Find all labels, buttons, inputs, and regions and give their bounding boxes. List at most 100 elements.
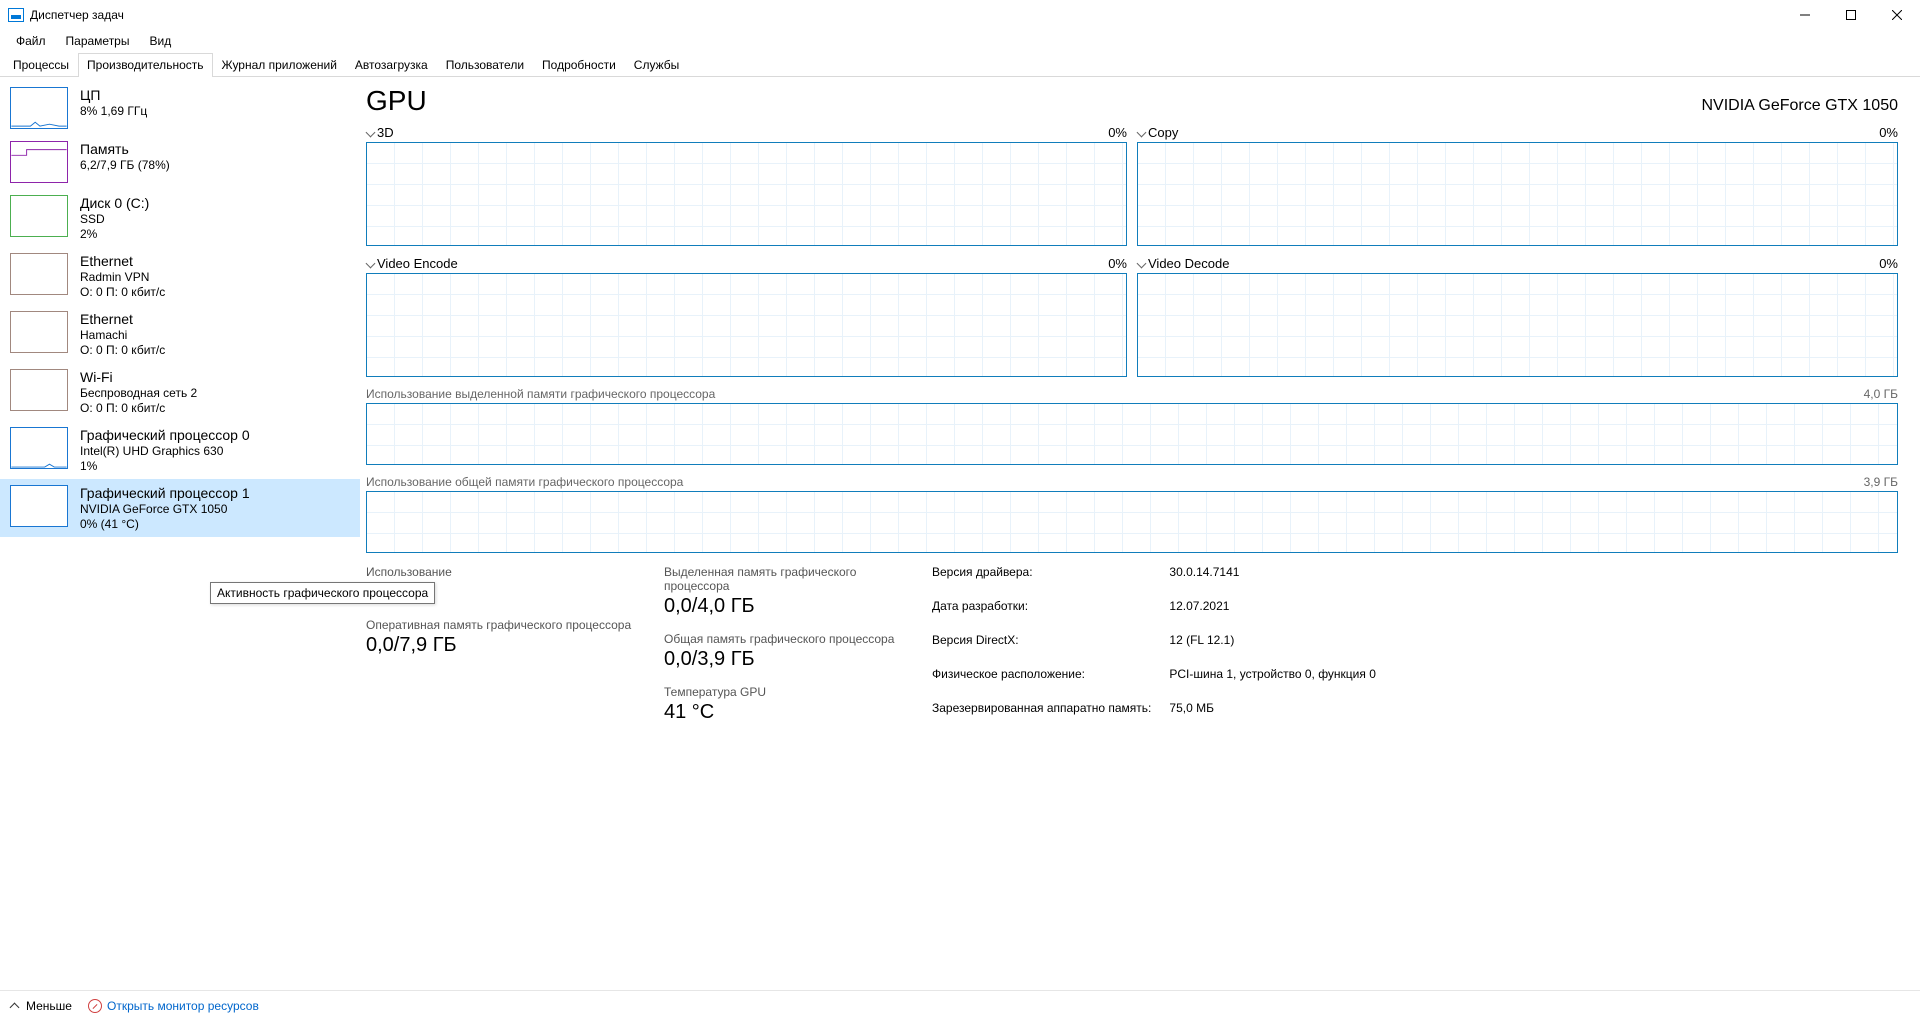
sidebar-item-sub: NVIDIA GeForce GTX 1050: [80, 502, 250, 516]
stat-value: 0%: [366, 581, 646, 604]
engine-pct: 0%: [1879, 256, 1898, 271]
sidebar-item-eth-3[interactable]: EthernetRadmin VPNО: 0 П: 0 кбит/с: [0, 247, 360, 305]
minimize-button[interactable]: [1782, 0, 1828, 30]
stat-label: Температура GPU: [664, 685, 914, 699]
stats-col-mid: Выделенная память графического процессор…: [664, 565, 914, 732]
chevron-down-icon: [1137, 260, 1145, 268]
sidebar-item-sub2: 1%: [80, 459, 250, 473]
footer: Меньше Открыть монитор ресурсов: [0, 990, 1920, 1020]
sidebar-item-sub: 6,2/7,9 ГБ (78%): [80, 158, 170, 172]
sidebar-item-sub: Intel(R) UHD Graphics 630: [80, 444, 250, 458]
maximize-button[interactable]: [1828, 0, 1874, 30]
eth-thumb-icon: [10, 311, 68, 353]
stat-label: Выделенная память графического процессор…: [664, 565, 914, 593]
stat-value: 0,0/4,0 ГБ: [664, 595, 914, 618]
stat-group: Выделенная память графического процессор…: [664, 565, 914, 618]
kv-label: Версия драйвера:: [932, 565, 1151, 596]
sidebar-item-gpu-7[interactable]: Графический процессор 1NVIDIA GeForce GT…: [0, 479, 360, 537]
engine-dropdown[interactable]: Video Decode: [1137, 256, 1229, 271]
kv-value: 75,0 МБ: [1169, 701, 1376, 732]
gpu-thumb-icon: [10, 485, 68, 527]
main-header: GPU NVIDIA GeForce GTX 1050: [360, 85, 1898, 117]
close-button[interactable]: [1874, 0, 1920, 30]
tabbar: Процессы Производительность Журнал прило…: [0, 52, 1920, 77]
kv-label: Дата разработки:: [932, 599, 1151, 630]
tab-apphistory[interactable]: Журнал приложений: [213, 53, 346, 77]
main-panel: GPU NVIDIA GeForce GTX 1050 3D 0% Copy 0% Vi…: [360, 77, 1920, 990]
device-name: NVIDIA GeForce GTX 1050: [1701, 97, 1898, 115]
kv-label: Версия DirectX:: [932, 633, 1151, 664]
sidebar-item-cpu-0[interactable]: ЦП8% 1,69 ГГц: [0, 81, 360, 135]
cpu-thumb-icon: [10, 87, 68, 129]
kv-value: 12.07.2021: [1169, 599, 1376, 630]
menu-file[interactable]: Файл: [8, 32, 54, 50]
content: ЦП8% 1,69 ГГцПамять6,2/7,9 ГБ (78%)Диск …: [0, 77, 1920, 990]
tab-startup[interactable]: Автозагрузка: [346, 53, 437, 77]
tab-processes[interactable]: Процессы: [4, 53, 78, 77]
stat-group: Температура GPU 41 °C: [664, 685, 914, 724]
engine-pct: 0%: [1108, 256, 1127, 271]
menu-view[interactable]: Вид: [141, 32, 179, 50]
tab-details[interactable]: Подробности: [533, 53, 625, 77]
menubar: Файл Параметры Вид: [0, 30, 1920, 52]
sidebar-item-gpu-6[interactable]: Графический процессор 0Intel(R) UHD Grap…: [0, 421, 360, 479]
kv-value: PCI-шина 1, устройство 0, функция 0: [1169, 667, 1376, 698]
sidebar-item-sub: Hamachi: [80, 328, 165, 342]
engine-dropdown[interactable]: Copy: [1137, 125, 1178, 140]
sidebar-item-sub: Беспроводная сеть 2: [80, 386, 197, 400]
open-resource-monitor-link[interactable]: Открыть монитор ресурсов: [88, 999, 259, 1013]
memory-chart: Использование выделенной памяти графичес…: [366, 387, 1898, 465]
tab-performance[interactable]: Производительность: [78, 53, 212, 77]
sidebar-item-title: Графический процессор 1: [80, 485, 250, 501]
chart-canvas: [1137, 142, 1898, 246]
chart-canvas: [366, 491, 1898, 553]
disk-thumb-icon: [10, 195, 68, 237]
engine-name: Copy: [1148, 125, 1178, 140]
chevron-down-icon: [1137, 129, 1145, 137]
tab-users[interactable]: Пользователи: [437, 53, 533, 77]
engine-pct: 0%: [1879, 125, 1898, 140]
memchart-max: 4,0 ГБ: [1864, 387, 1898, 401]
sidebar-item-wifi-5[interactable]: Wi-FiБеспроводная сеть 2О: 0 П: 0 кбит/с: [0, 363, 360, 421]
sidebar-item-mem-1[interactable]: Память6,2/7,9 ГБ (78%): [0, 135, 360, 189]
sidebar-item-sub: 8% 1,69 ГГц: [80, 104, 147, 118]
chevron-up-icon: [10, 1001, 20, 1011]
stat-label: Общая память графического процессора: [664, 632, 914, 646]
sidebar-item-eth-4[interactable]: EthernetHamachiО: 0 П: 0 кбит/с: [0, 305, 360, 363]
stat-value: 0,0/3,9 ГБ: [664, 648, 914, 671]
engine-dropdown[interactable]: Video Encode: [366, 256, 458, 271]
tab-services[interactable]: Службы: [625, 53, 688, 77]
window-title: Диспетчер задач: [30, 8, 124, 22]
kv-value: 30.0.14.7141: [1169, 565, 1376, 596]
sidebar-item-title: Ethernet: [80, 253, 165, 269]
page-title: GPU: [366, 85, 427, 117]
engine-name: 3D: [377, 125, 394, 140]
resmon-icon: [88, 999, 102, 1013]
memory-charts: Использование выделенной памяти графичес…: [360, 387, 1898, 553]
sidebar-item-sub2: О: 0 П: 0 кбит/с: [80, 401, 197, 415]
sidebar-item-sub2: О: 0 П: 0 кбит/с: [80, 285, 165, 299]
memchart-label: Использование общей памяти графического …: [366, 475, 683, 489]
engine-charts: 3D 0% Copy 0% Video Encode 0% Video Decode 0%: [360, 125, 1898, 377]
stat-value: 41 °C: [664, 701, 914, 724]
menu-options[interactable]: Параметры: [58, 32, 138, 50]
sidebar-item-title: Диск 0 (C:): [80, 195, 149, 211]
chevron-down-icon: [366, 260, 374, 268]
sidebar-item-disk-2[interactable]: Диск 0 (C:)SSD2%: [0, 189, 360, 247]
engine-chart-3d: 3D 0%: [366, 125, 1127, 246]
kv-label: Зарезервированная аппаратно память:: [932, 701, 1151, 732]
engine-dropdown[interactable]: 3D: [366, 125, 394, 140]
stat-group: Общая память графического процессора 0,0/…: [664, 632, 914, 671]
chart-canvas: [1137, 273, 1898, 377]
titlebar: Диспетчер задач: [0, 0, 1920, 30]
fewer-label: Меньше: [26, 999, 72, 1013]
resmon-label: Открыть монитор ресурсов: [107, 999, 259, 1013]
stat-group: Использование0%: [366, 565, 646, 604]
fewer-details-button[interactable]: Меньше: [10, 999, 72, 1013]
engine-name: Video Encode: [377, 256, 458, 271]
chart-canvas: [366, 403, 1898, 465]
engine-chart-copy: Copy 0%: [1137, 125, 1898, 246]
memory-chart: Использование общей памяти графического …: [366, 475, 1898, 553]
stats: Использование0%Оперативная память графич…: [360, 553, 1898, 732]
engine-pct: 0%: [1108, 125, 1127, 140]
